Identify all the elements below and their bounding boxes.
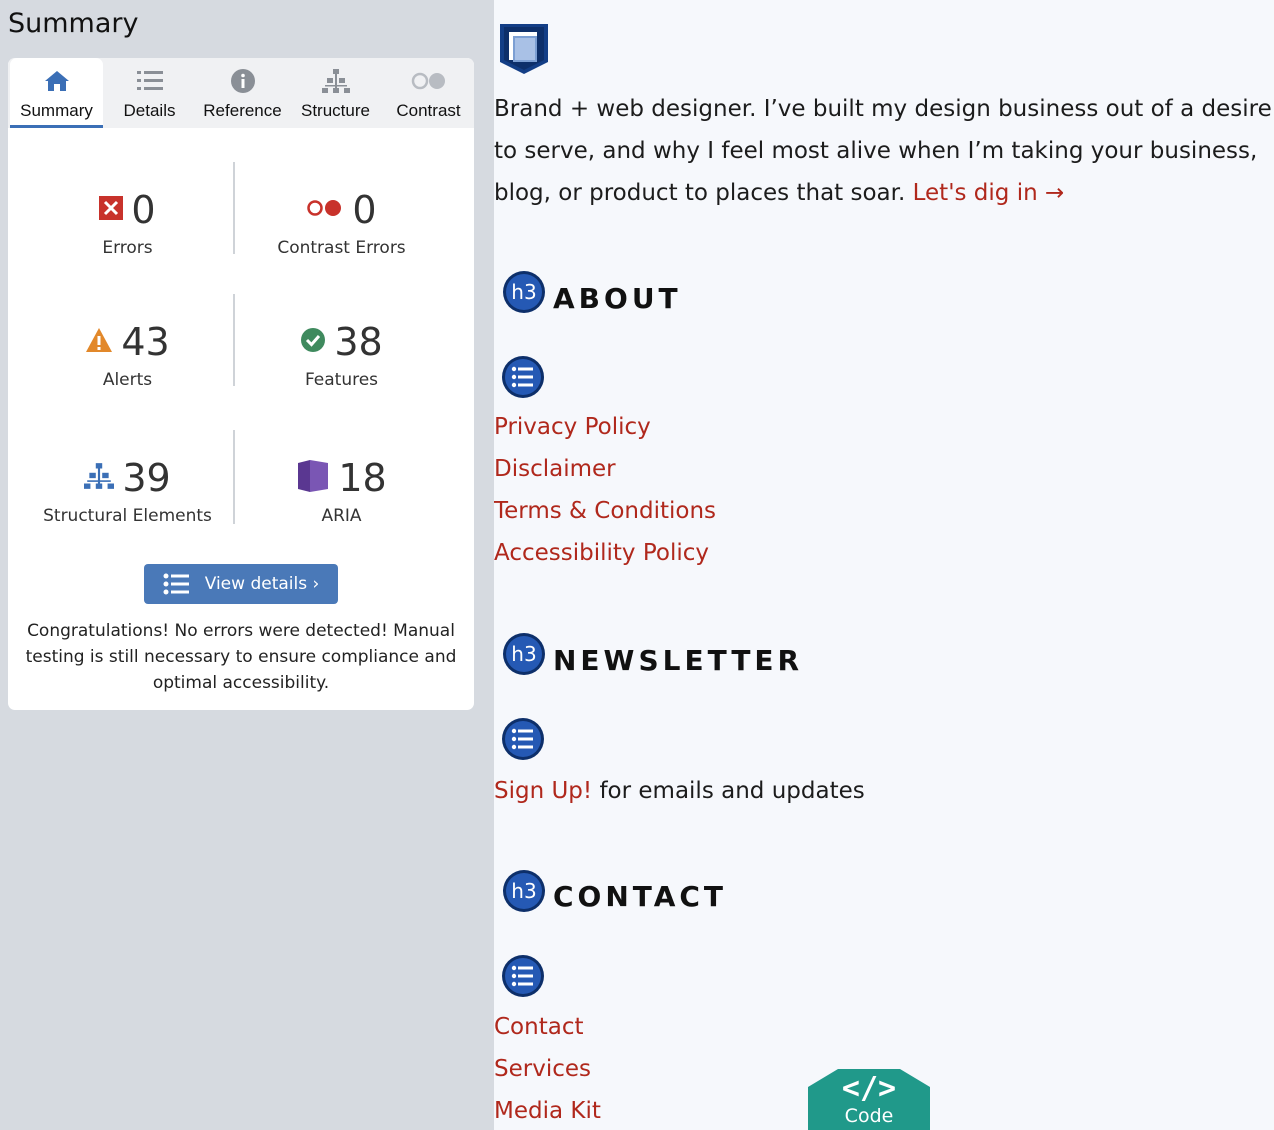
- view-details-label: View details ›: [204, 574, 320, 594]
- list-badge-icon: [501, 355, 545, 399]
- list-badge-icon: [501, 954, 545, 998]
- aria-landmark-icon: [499, 24, 549, 80]
- contact-link[interactable]: Contact: [494, 1006, 583, 1048]
- aria-count: 18: [338, 456, 387, 500]
- newsletter-text: for emails and updates: [592, 778, 865, 804]
- stat-alerts[interactable]: 43 Alerts: [15, 320, 240, 390]
- alerts-label: Alerts: [102, 370, 153, 390]
- contrast-icon: [382, 68, 475, 94]
- aria-icon: [296, 460, 330, 496]
- tab-structure[interactable]: Structure: [289, 58, 382, 128]
- features-label: Features: [304, 370, 379, 390]
- list-icon: [163, 573, 189, 595]
- h3-badge-text: h3: [511, 642, 536, 666]
- h3-badge-text: h3: [511, 280, 536, 304]
- stat-contrast-errors[interactable]: 0 Contrast Errors: [229, 188, 454, 258]
- newsletter-heading: NEWSLETTER: [553, 644, 804, 677]
- tab-details[interactable]: Details: [103, 58, 196, 128]
- structure-icon: [289, 68, 382, 94]
- tab-details-label: Details: [123, 101, 176, 120]
- about-heading: ABOUT: [553, 282, 682, 315]
- code-toggle-button[interactable]: </> Code: [808, 1069, 930, 1130]
- contrast-errors-count: 0: [352, 188, 377, 232]
- sign-up-link[interactable]: Sign Up!: [494, 778, 592, 804]
- tab-summary-label: Summary: [20, 101, 93, 120]
- structural-count: 39: [122, 456, 171, 500]
- code-icon: </>: [841, 1071, 897, 1106]
- lets-dig-in-link[interactable]: Let's dig in →: [913, 180, 1065, 206]
- services-link[interactable]: Services: [494, 1048, 591, 1090]
- tab-contrast-label: Contrast: [396, 101, 461, 120]
- stat-structural[interactable]: 39 Structural Elements: [15, 456, 240, 526]
- aria-label: ARIA: [321, 506, 362, 526]
- congrats-message: Congratulations! No errors were detected…: [25, 621, 457, 693]
- privacy-policy-link[interactable]: Privacy Policy: [494, 406, 651, 448]
- newsletter-line: Sign Up! for emails and updates: [494, 770, 865, 812]
- panel-title: Summary: [8, 8, 139, 39]
- web-page: Brand + web designer. I’ve built my desi…: [494, 0, 1274, 1130]
- contrast-errors-label: Contrast Errors: [277, 238, 406, 258]
- list-badge-icon: [501, 717, 545, 761]
- view-details-button[interactable]: View details ›: [144, 564, 338, 604]
- contact-heading: CONTACT: [553, 880, 728, 913]
- wave-sidebar: Summary Summary Details Reference Struct…: [0, 0, 494, 1130]
- errors-label: Errors: [102, 238, 153, 258]
- alerts-count: 43: [121, 320, 170, 364]
- alert-icon: [85, 327, 113, 357]
- media-kit-link[interactable]: Media Kit: [494, 1090, 601, 1130]
- structural-label: Structural Elements: [43, 506, 212, 526]
- tab-reference[interactable]: Reference: [196, 58, 289, 128]
- intro-text: Brand + web designer. I’ve built my desi…: [494, 96, 1272, 206]
- tab-summary[interactable]: Summary: [10, 58, 103, 128]
- code-label: Code: [844, 1105, 894, 1127]
- errors-count: 0: [131, 188, 156, 232]
- tab-contrast[interactable]: Contrast: [382, 58, 475, 128]
- list-icon: [103, 68, 196, 94]
- contrast-error-icon: [306, 198, 344, 222]
- stat-features[interactable]: 38 Features: [229, 320, 454, 390]
- accessibility-policy-link[interactable]: Accessibility Policy: [494, 532, 709, 574]
- tab-structure-label: Structure: [301, 101, 370, 120]
- h3-badge-text: h3: [511, 879, 536, 903]
- h3-badge-icon: h3: [502, 632, 545, 675]
- summary-card: Summary Details Reference Structure Cont…: [8, 58, 474, 710]
- structure-icon: [84, 462, 115, 494]
- h3-badge-icon: h3: [502, 869, 545, 912]
- stat-aria[interactable]: 18 ARIA: [229, 456, 454, 526]
- h3-badge-icon: h3: [502, 270, 545, 313]
- feature-check-icon: [300, 327, 326, 357]
- home-icon: [10, 68, 103, 94]
- intro-paragraph: Brand + web designer. I’ve built my desi…: [494, 88, 1274, 214]
- features-count: 38: [334, 320, 383, 364]
- tab-reference-label: Reference: [203, 101, 282, 120]
- info-icon: [196, 68, 289, 94]
- terms-link[interactable]: Terms & Conditions: [494, 490, 716, 532]
- disclaimer-link[interactable]: Disclaimer: [494, 448, 616, 490]
- tab-bar: Summary Details Reference Structure Cont…: [8, 58, 474, 128]
- error-icon: [99, 196, 124, 224]
- stat-errors[interactable]: 0 Errors: [15, 188, 240, 258]
